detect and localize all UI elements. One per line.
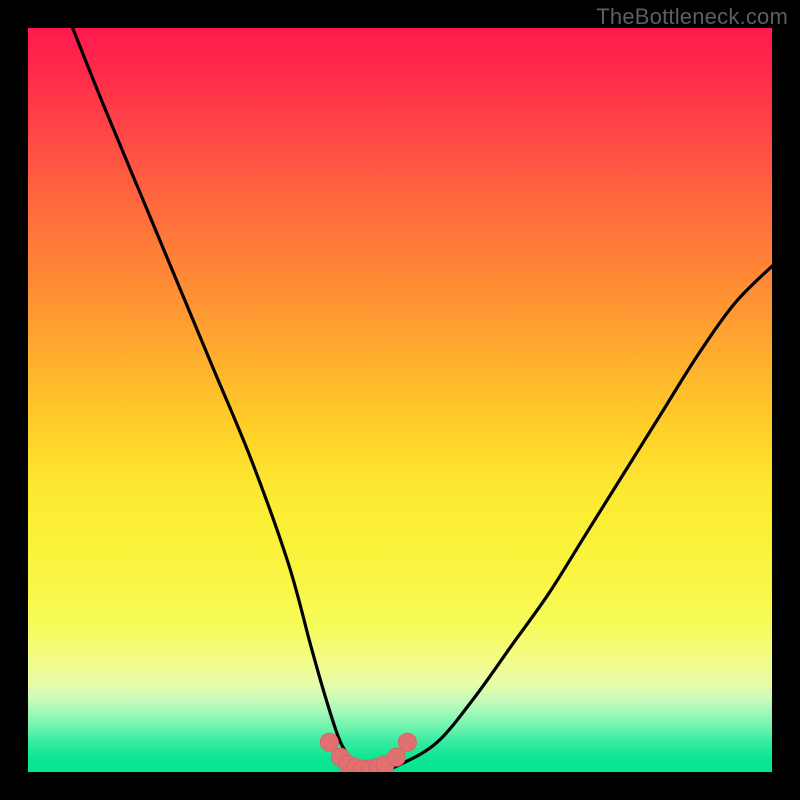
bottom-markers xyxy=(320,733,416,772)
marker-dot xyxy=(320,733,338,751)
watermark-text: TheBottleneck.com xyxy=(596,4,788,30)
plot-area xyxy=(28,28,772,772)
marker-dot xyxy=(398,733,416,751)
bottleneck-curve xyxy=(73,28,772,772)
marker-dot xyxy=(387,748,405,766)
chart-frame: TheBottleneck.com xyxy=(0,0,800,800)
curve-layer xyxy=(28,28,772,772)
